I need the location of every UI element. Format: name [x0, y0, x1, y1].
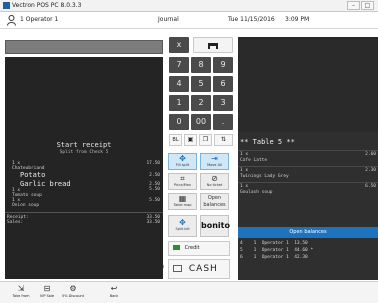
move-icon: ⇥ — [211, 154, 218, 163]
transfer-icon: ⇅ — [220, 136, 227, 143]
key-8[interactable]: 8 — [191, 57, 211, 73]
bottom-toolbar: ⇲ Take from ⊟ VIP Sale ⚙ 5% Discount ↩ B… — [0, 281, 378, 303]
list-item[interactable]: 4 1 Operator 1 13.50 — [240, 241, 308, 246]
open-balances-header: Open balances — [238, 227, 378, 238]
table-title: ** Table 5 ** — [240, 138, 295, 146]
fill-split-button[interactable]: ✥ Fill split — [168, 153, 197, 170]
drawer-button[interactable] — [193, 37, 233, 53]
table-map-icon: ▦ — [178, 194, 187, 203]
key-6[interactable]: 6 — [213, 76, 233, 92]
print-button[interactable]: ▣ — [184, 134, 197, 146]
divider — [238, 182, 378, 183]
window-title: Vectron POS PC 8.0.3.3 — [12, 2, 82, 9]
bl-button[interactable]: BL — [169, 134, 182, 146]
customer-display — [238, 37, 378, 132]
maximize-button[interactable]: □ — [361, 1, 374, 10]
receipt-panel: Start receipt Split from Check 5 1 x 17.… — [5, 57, 163, 279]
window-titlebar: Vectron POS PC 8.0.3.3 – □ — [0, 0, 378, 12]
credit-card-icon — [173, 245, 180, 250]
key-7[interactable]: 7 — [169, 57, 189, 73]
app-icon — [3, 2, 10, 9]
receipt-title: Start receipt — [56, 141, 112, 149]
receipt-line: Garlic bread — [20, 180, 71, 188]
gear-icon: ⚙ — [69, 284, 77, 293]
copy-button[interactable]: ❐ — [199, 134, 212, 146]
view-label[interactable]: Journal — [158, 16, 179, 23]
transfer-button[interactable]: ⇅ — [214, 134, 233, 146]
time-label: 3:09 PM — [285, 16, 310, 23]
vip-sale-button[interactable]: ⊟ VIP Sale — [34, 284, 60, 303]
price-man-button[interactable]: ⌗ Price/Man — [168, 173, 197, 190]
exit-icon: ⇲ — [17, 284, 25, 293]
bonito-button[interactable]: bonito — [200, 215, 230, 237]
no-ticket-icon: ⊘ — [211, 174, 218, 183]
list-item[interactable]: 5 1 Operator 1 44.60 * — [240, 248, 313, 253]
stamp-icon: ⊟ — [43, 284, 51, 293]
tag-icon: ⌗ — [180, 174, 185, 183]
table-item-amount: 2.60 — [365, 152, 376, 157]
receipt-total-label: Sales: — [7, 220, 24, 225]
table-item-qty: 1 x — [240, 184, 249, 189]
open-balances-list: 4 1 Operator 1 13.50 5 1 Operator 1 44.6… — [238, 238, 378, 280]
printer-icon: ▣ — [187, 136, 194, 143]
move-all-button[interactable]: ⇥ Move All — [200, 153, 229, 170]
key-4[interactable]: 4 — [169, 76, 189, 92]
cash-amount: 0 — [159, 263, 164, 271]
key-2[interactable]: 2 — [191, 95, 211, 111]
back-icon: ↩ — [110, 284, 118, 293]
key-00[interactable]: 00 — [191, 114, 211, 130]
status-header: 1 Operator 1 Journal Tue 11/15/2016 3:09… — [0, 12, 378, 29]
cash-button[interactable]: CASH — [168, 259, 230, 279]
open-balances-button[interactable]: Open balances — [200, 193, 229, 210]
entry-display[interactable] — [5, 40, 163, 54]
date-label: Tue 11/15/2016 — [228, 16, 275, 23]
key-decimal[interactable]: . — [213, 114, 233, 130]
divider — [238, 150, 378, 151]
key-multiply[interactable]: x — [169, 37, 189, 53]
table-item-name: Cafe Latte — [240, 158, 268, 163]
table-panel: ** Table 5 ** 1 x 2.60 Cafe Latte 1 x 2.… — [238, 132, 378, 227]
divider — [238, 166, 378, 167]
receipt-amount: 2.50 — [149, 173, 160, 178]
no-ticket-button[interactable]: ⊘ No ticket — [200, 173, 229, 190]
table-item-name: Twinings Lady Grey — [240, 174, 289, 179]
copy-icon: ❐ — [202, 136, 209, 143]
key-1[interactable]: 1 — [169, 95, 189, 111]
split-icon: ✥ — [179, 218, 186, 227]
key-9[interactable]: 9 — [213, 57, 233, 73]
key-0[interactable]: 0 — [169, 114, 189, 130]
minimize-button[interactable]: – — [347, 1, 360, 10]
list-item[interactable]: 6 1 Operator 1 42.30 — [240, 255, 308, 260]
operator-name: 1 Operator 1 — [20, 16, 59, 23]
user-icon — [7, 15, 16, 26]
receipt-line: Potato — [20, 171, 46, 179]
table-item-qty: 1 x — [240, 168, 249, 173]
key-3[interactable]: 3 — [213, 95, 233, 111]
table-map-button[interactable]: ▦ Table map — [168, 193, 197, 210]
cash-icon — [173, 265, 182, 272]
receipt-subtitle: Split from Check 5 — [59, 150, 109, 155]
table-item-qty: 1 x — [240, 152, 249, 157]
credit-button[interactable]: Credit — [168, 241, 230, 256]
arrows-icon: ✥ — [179, 154, 186, 163]
table-item-amount: 2.30 — [365, 168, 376, 173]
back-button[interactable]: ↩ Back — [101, 284, 127, 303]
receipt-amount: 5.50 — [149, 187, 160, 192]
receipt-total-amount: 33.50 — [146, 220, 160, 225]
split-bill-button[interactable]: ✥ Split bill — [168, 215, 197, 237]
take-from-button[interactable]: ⇲ Take from — [8, 284, 34, 303]
discount-button[interactable]: ⚙ 5% Discount — [60, 284, 86, 303]
key-5[interactable]: 5 — [191, 76, 211, 92]
drawer-icon — [208, 43, 218, 49]
receipt-divider — [5, 212, 163, 213]
table-item-amount: 6.50 — [365, 184, 376, 189]
receipt-line: Onion soup — [12, 203, 40, 208]
table-item-name: Goulash soup — [240, 190, 273, 195]
